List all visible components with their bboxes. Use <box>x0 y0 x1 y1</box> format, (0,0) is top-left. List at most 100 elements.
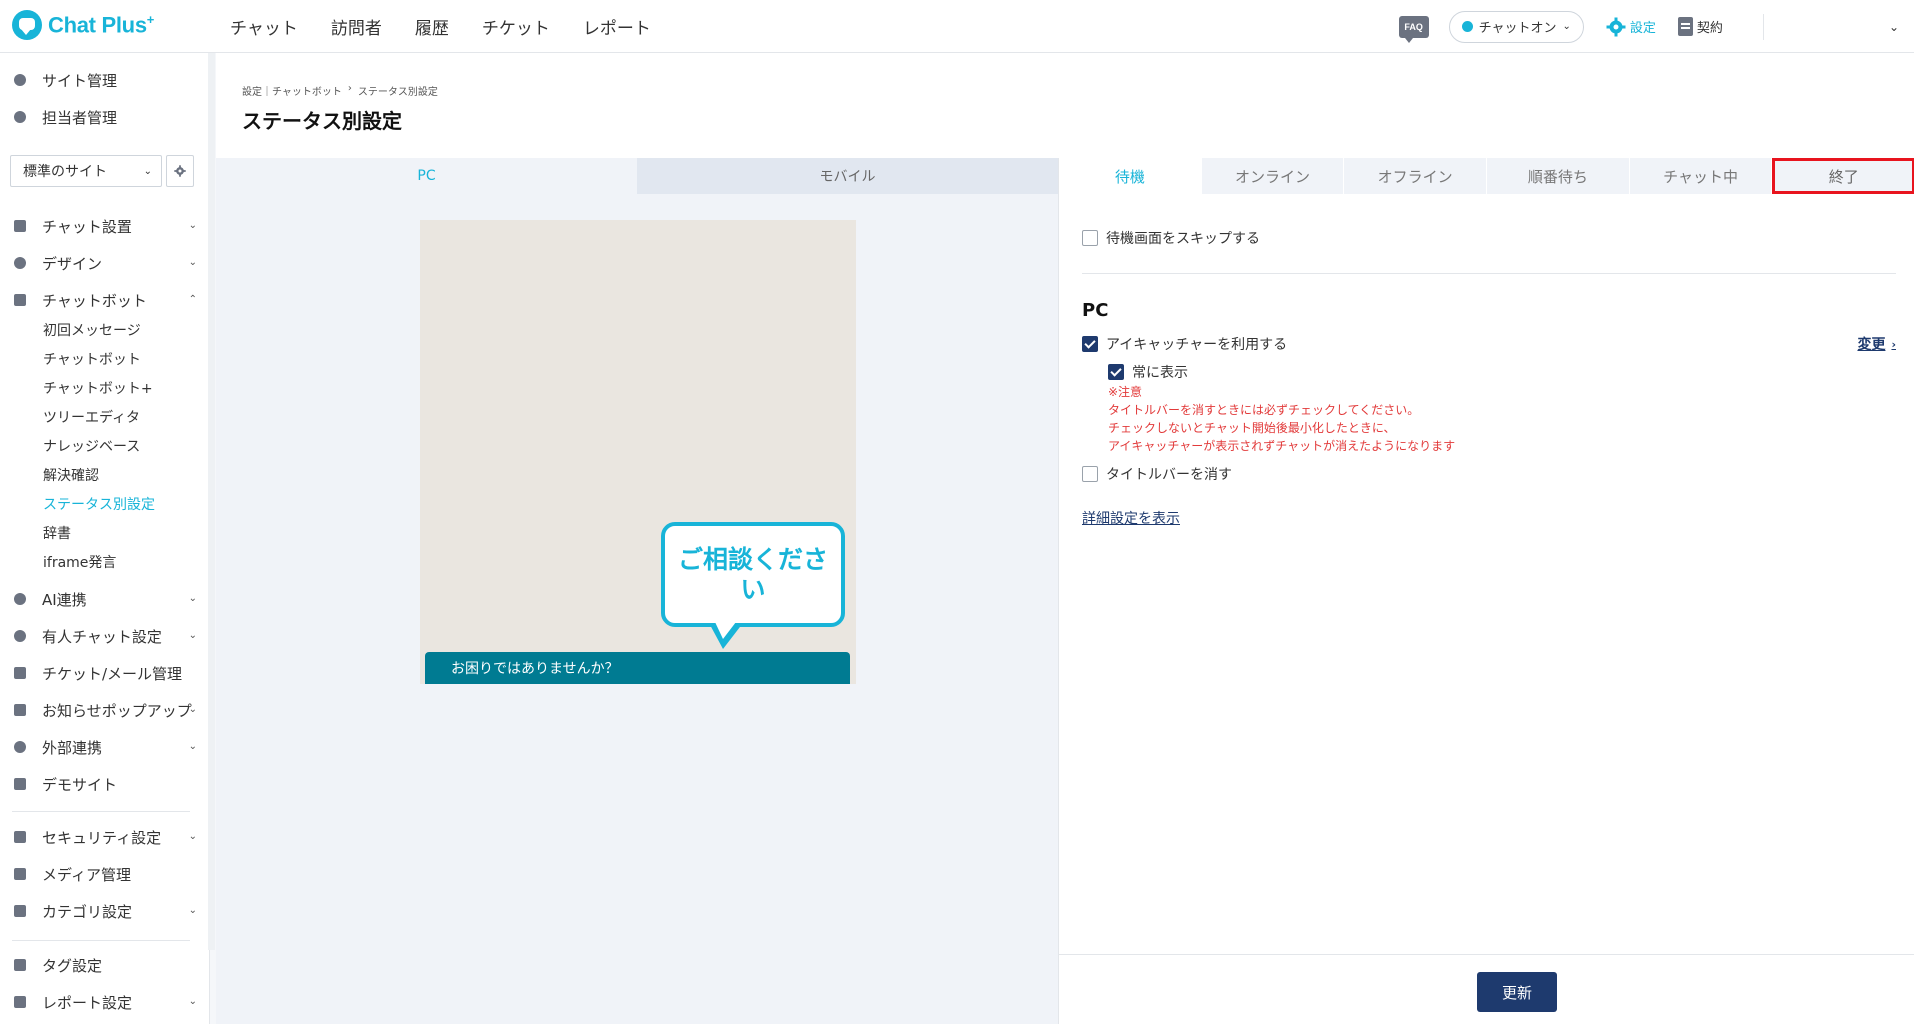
sidebar-scrollbar[interactable] <box>208 53 215 950</box>
document-icon <box>1677 17 1693 36</box>
sidebar-subitem-tree-editor[interactable]: ツリーエディタ <box>43 404 140 430</box>
sidebar-item-chatbot[interactable]: チャットボット ⌃ <box>0 285 205 315</box>
tab-waiting[interactable]: 待機 <box>1059 158 1202 194</box>
gear-icon <box>14 74 26 86</box>
site-settings-button[interactable] <box>166 155 194 187</box>
breadcrumb-parent[interactable]: 設定｜チャットボット <box>242 83 342 98</box>
nav-tickets[interactable]: チケット <box>482 14 550 39</box>
status-tabs: 待機 オンライン オフライン 順番待ち チャット中 終了 <box>1059 158 1914 194</box>
status-settings-panel: 待機 オンライン オフライン 順番待ち チャット中 終了 待機画面をスキップする… <box>1058 158 1914 1024</box>
chat-status-dropdown[interactable]: チャットオン ⌄ <box>1448 10 1584 43</box>
chevron-down-icon: ⌄ <box>188 257 197 268</box>
headset-icon <box>14 630 26 642</box>
page-header: 設定｜チャットボット › ステータス別設定 ステータス別設定 <box>216 53 1914 158</box>
breadcrumb-separator: › <box>347 83 352 94</box>
folder-icon <box>14 905 26 917</box>
nav-visitors[interactable]: 訪問者 <box>331 14 382 39</box>
sidebar-item-live-chat-settings[interactable]: 有人チャット設定 ⌄ <box>0 621 205 651</box>
image-icon <box>14 868 26 880</box>
tools-icon <box>14 220 26 232</box>
sidebar-item-ticket-mail[interactable]: チケット/メール管理 <box>0 658 205 688</box>
eyecatcher-bubble[interactable]: ご相談ください <box>661 522 845 627</box>
sidebar-item-category[interactable]: カテゴリ設定 ⌄ <box>0 896 205 926</box>
chevron-down-icon: ⌄ <box>188 630 197 641</box>
sidebar-subitem-iframe-message[interactable]: iframe発言 <box>43 549 116 575</box>
tab-mobile[interactable]: モバイル <box>637 158 1058 194</box>
chevron-down-icon: ⌄ <box>188 996 197 1007</box>
sidebar-item-design[interactable]: デザイン ⌄ <box>0 248 205 278</box>
gear-icon <box>174 165 186 177</box>
user-menu-chevron-icon[interactable]: ⌄ <box>1889 20 1899 34</box>
top-nav: チャット 訪問者 履歴 チケット レポート <box>230 0 651 53</box>
sidebar-subitem-status-settings[interactable]: ステータス別設定 <box>43 491 155 517</box>
chevron-down-icon: ⌄ <box>188 831 197 842</box>
footer-divider <box>1059 954 1914 955</box>
change-link[interactable]: 変更 › <box>1857 334 1896 354</box>
divider <box>1082 273 1896 274</box>
sidebar-subitem-chatbot-plus[interactable]: チャットボット+ <box>43 375 153 401</box>
nav-chat[interactable]: チャット <box>230 14 298 39</box>
sidebar-subitem-chatbot[interactable]: チャットボット <box>43 346 141 372</box>
sidebar-item-site-management[interactable]: サイト管理 <box>0 65 205 95</box>
contract-link[interactable]: 契約 <box>1677 17 1723 36</box>
chevron-down-icon: ⌄ <box>188 741 197 752</box>
breadcrumb-current: ステータス別設定 <box>357 87 438 98</box>
sidebar-subitem-dictionary[interactable]: 辞書 <box>43 520 71 546</box>
sidebar-item-report[interactable]: レポート設定 ⌄ <box>0 987 205 1017</box>
bubble-tail-inner <box>715 622 736 639</box>
divider <box>1762 13 1764 40</box>
sidebar-subitem-resolution-check[interactable]: 解決確認 <box>43 462 99 488</box>
chatplus-logo-icon <box>12 10 42 40</box>
sidebar-item-ai[interactable]: AI連携 ⌄ <box>0 584 205 614</box>
chevron-up-icon: ⌃ <box>188 294 197 305</box>
nav-history[interactable]: 履歴 <box>415 14 449 39</box>
chevron-down-icon: ⌄ <box>188 220 197 231</box>
chevron-down-icon: ⌄ <box>188 905 197 916</box>
sidebar-divider <box>12 940 190 941</box>
update-button[interactable]: 更新 <box>1477 972 1557 1012</box>
hide-titlebar-option[interactable]: タイトルバーを消す <box>1082 464 1232 484</box>
use-eyecatcher-option[interactable]: アイキャッチャーを利用する <box>1082 334 1287 354</box>
sidebar-item-staff-management[interactable]: 担当者管理 <box>0 102 205 132</box>
tab-pc[interactable]: PC <box>216 158 637 194</box>
skip-waiting-option[interactable]: 待機画面をスキップする <box>1082 228 1260 248</box>
always-show-checkbox[interactable] <box>1108 364 1124 380</box>
tab-queue[interactable]: 順番待ち <box>1487 158 1630 194</box>
tab-online[interactable]: オンライン <box>1202 158 1345 194</box>
hide-titlebar-checkbox[interactable] <box>1082 466 1098 482</box>
sidebar-item-notice-popup[interactable]: お知らせポップアップ ⌄ <box>0 695 205 725</box>
use-eyecatcher-checkbox[interactable] <box>1082 336 1098 352</box>
chevron-down-icon: ⌄ <box>188 593 197 604</box>
chevron-down-icon: ⌄ <box>143 166 152 177</box>
preview-area: ご相談ください お困りではありませんか？ <box>216 194 1058 1024</box>
sidebar-item-tag[interactable]: タグ設定 <box>0 950 205 980</box>
tab-chatting[interactable]: チャット中 <box>1630 158 1773 194</box>
chat-title-bar[interactable]: お困りではありませんか？ <box>425 652 850 684</box>
site-select[interactable]: 標準のサイト ⌄ <box>10 155 162 187</box>
tab-ended[interactable]: 終了 <box>1772 158 1914 194</box>
sidebar-divider <box>12 811 190 812</box>
sidebar-subitem-knowledge-base[interactable]: ナレッジベース <box>43 433 140 459</box>
sidebar-item-external-integration[interactable]: 外部連携 ⌄ <box>0 732 205 762</box>
settings-link[interactable]: 設定 <box>1606 17 1656 37</box>
nav-reports[interactable]: レポート <box>583 14 651 39</box>
sidebar-item-demo-site[interactable]: デモサイト <box>0 769 205 799</box>
sidebar-item-security[interactable]: セキュリティ設定 ⌄ <box>0 822 205 852</box>
tag-icon <box>14 959 26 971</box>
ticket-icon <box>14 667 26 679</box>
lock-icon <box>14 831 26 843</box>
status-dot-icon <box>1461 21 1473 32</box>
preview-frame: ご相談ください お困りではありませんか？ <box>420 220 856 684</box>
logo[interactable]: Chat Plus+ <box>12 8 154 42</box>
show-detail-settings-link[interactable]: 詳細設定を表示 <box>1082 508 1180 528</box>
breadcrumb: 設定｜チャットボット › ステータス別設定 <box>242 83 438 98</box>
sidebar-item-media[interactable]: メディア管理 <box>0 859 205 889</box>
sidebar-item-chat-setup[interactable]: チャット設置 ⌄ <box>0 211 205 241</box>
tab-offline[interactable]: オフライン <box>1344 158 1488 194</box>
faq-icon[interactable]: FAQ <box>1398 15 1429 43</box>
demo-icon <box>14 778 26 790</box>
sidebar-subitem-first-message[interactable]: 初回メッセージ <box>43 317 141 343</box>
skip-waiting-checkbox[interactable] <box>1082 230 1098 246</box>
always-show-option[interactable]: 常に表示 <box>1108 362 1188 382</box>
chevron-down-icon: ⌄ <box>188 704 197 715</box>
